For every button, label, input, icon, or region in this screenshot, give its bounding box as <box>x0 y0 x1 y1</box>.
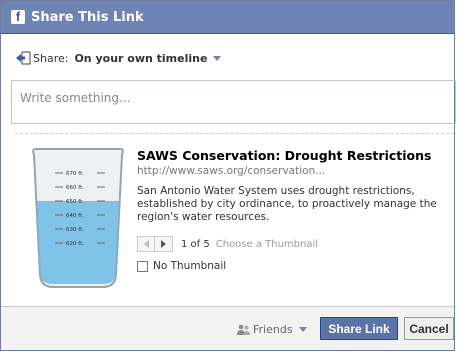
audience-selector[interactable]: Friends <box>237 323 307 336</box>
thumb-label: 660 ft. <box>66 185 84 191</box>
prev-thumbnail-button[interactable] <box>137 236 155 252</box>
chevron-right-icon <box>161 240 166 248</box>
choose-thumbnail-label: Choose a Thumbnail <box>215 238 319 250</box>
chevron-down-icon <box>213 55 222 61</box>
share-target-value: On your own timeline <box>74 51 208 65</box>
share-link-button[interactable]: Share Link <box>320 317 398 340</box>
thumbnail-pager: 1 of 5 Choose a Thumbnail <box>137 236 455 252</box>
dialog-title: Share This Link <box>31 9 144 25</box>
no-thumbnail-row[interactable]: No Thumbnail <box>137 260 455 272</box>
thumb-label: 640 ft. <box>66 213 84 219</box>
chevron-down-icon <box>298 327 307 332</box>
link-title[interactable]: SAWS Conservation: Drought Restrictions <box>137 148 455 163</box>
chevron-left-icon <box>143 240 149 248</box>
friends-icon <box>237 324 250 335</box>
share-target-dropdown[interactable]: On your own timeline <box>74 51 222 65</box>
facebook-logo-icon: f <box>11 10 25 24</box>
thumb-label: 630 ft. <box>66 227 84 233</box>
dialog-titlebar: f Share This Link <box>1 1 454 34</box>
share-icon <box>16 51 31 65</box>
link-attachment: 670 ft. 660 ft. 650 ft. 640 ft. 630 ft. … <box>15 133 454 304</box>
share-link-dialog: f Share This Link Share: On your own tim… <box>0 0 456 351</box>
share-target-row: Share: On your own timeline <box>15 51 222 65</box>
thumb-label: 650 ft. <box>66 199 84 205</box>
status-textarea[interactable]: Write something... <box>11 80 456 124</box>
textarea-placeholder: Write something... <box>20 91 131 105</box>
thumbnail-count: 1 of 5 <box>181 238 210 250</box>
dialog-footer: Friends Share Link Cancel <box>1 306 454 350</box>
link-description[interactable]: San Antonio Water System uses drought re… <box>137 185 455 224</box>
next-thumbnail-button[interactable] <box>155 236 173 252</box>
share-label: Share: <box>33 51 69 65</box>
link-thumbnail: 670 ft. 660 ft. 650 ft. 640 ft. 630 ft. … <box>29 143 127 291</box>
link-info: SAWS Conservation: Drought Restrictions … <box>137 148 455 272</box>
no-thumbnail-checkbox[interactable] <box>137 260 148 272</box>
thumb-label: 670 ft. <box>66 171 84 177</box>
audience-label: Friends <box>253 323 293 336</box>
thumb-label: 620 ft. <box>66 241 84 247</box>
cancel-button[interactable]: Cancel <box>404 317 454 340</box>
no-thumbnail-label: No Thumbnail <box>153 260 227 272</box>
link-url: http://www.saws.org/conservation... <box>137 165 326 177</box>
